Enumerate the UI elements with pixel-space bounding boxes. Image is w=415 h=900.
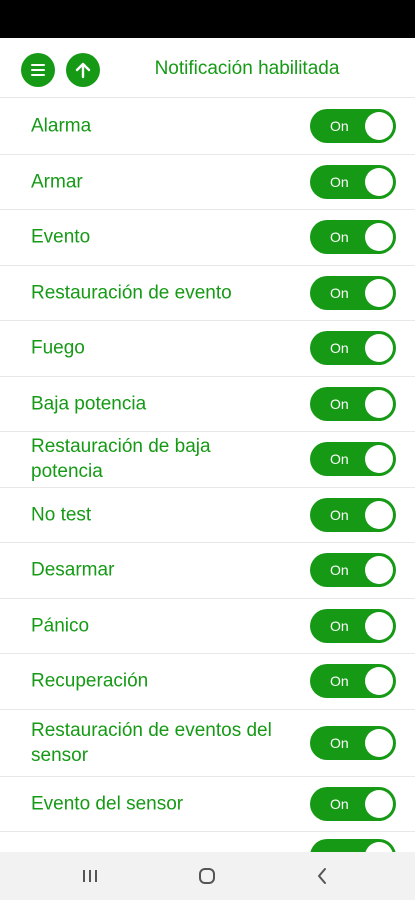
arrow-up-icon — [75, 62, 91, 79]
back-icon — [318, 868, 326, 884]
recent-apps-button[interactable] — [60, 852, 120, 900]
notification-row-panico: Pánico On — [0, 599, 415, 654]
toggle-knob — [365, 789, 393, 818]
system-nav-bar — [0, 852, 415, 900]
toggle-state-text: On — [330, 395, 349, 412]
toggle-knob — [365, 556, 393, 585]
notification-label: Fuego — [31, 337, 85, 359]
notification-toggle[interactable]: On — [310, 553, 396, 588]
notification-label: Evento del sensor — [31, 793, 184, 815]
notification-toggle[interactable]: On — [310, 497, 396, 532]
notification-label: Desarmar — [31, 559, 115, 581]
notification-toggle[interactable]: On — [310, 725, 396, 760]
notification-row-evento: Evento On — [0, 210, 415, 266]
toggle-state-text: On — [330, 229, 349, 246]
home-button[interactable] — [177, 852, 237, 900]
toggle-knob — [365, 112, 393, 141]
toggle-knob — [365, 611, 393, 640]
notification-list: Alarma On Armar On Evento On Restauració… — [0, 99, 415, 852]
notification-toggle[interactable]: On — [310, 608, 396, 643]
menu-icon — [31, 64, 45, 76]
toggle-knob — [365, 842, 393, 852]
toggle-state-text: On — [330, 673, 349, 690]
notification-toggle[interactable]: On — [310, 220, 396, 255]
toggle-state-text: On — [330, 118, 349, 135]
notification-row-restauracion-baja-potencia: Restauración de baja potencia On — [0, 432, 415, 488]
notification-label: Armar — [31, 171, 83, 193]
notification-row-armar: Armar On — [0, 155, 415, 210]
notification-label: Evento — [31, 226, 91, 248]
notification-row-desarmar: Desarmar On — [0, 543, 415, 599]
toggle-knob — [365, 334, 393, 363]
home-icon — [199, 868, 215, 884]
toggle-state-text: On — [330, 284, 349, 301]
notification-toggle[interactable]: On — [310, 664, 396, 699]
notification-row-evento-sensor: Evento del sensor On — [0, 777, 415, 832]
notification-label: Recuperación — [31, 670, 149, 692]
toggle-knob — [365, 223, 393, 252]
toggle-state-text: On — [330, 617, 349, 634]
notification-label: No test — [31, 504, 92, 526]
notification-toggle[interactable]: On — [310, 442, 396, 477]
notification-row-baja-potencia: Baja potencia On — [0, 377, 415, 432]
toggle-knob — [365, 389, 393, 418]
status-bar — [0, 0, 415, 38]
notification-label: Alarma — [31, 115, 92, 137]
toggle-knob — [365, 278, 393, 307]
page-title: Notificación habilitada — [154, 58, 340, 79]
toggle-state-text: On — [330, 451, 349, 468]
back-button[interactable] — [292, 852, 352, 900]
notification-label: Pánico — [31, 615, 90, 637]
notification-row-no-test: No test On — [0, 488, 415, 543]
toggle-knob — [365, 445, 393, 474]
notification-label: Baja potencia — [31, 393, 147, 415]
notification-row-restauracion-eventos-sensor: Restauración de eventos del sensor On — [0, 710, 415, 777]
notification-toggle[interactable]: On — [310, 275, 396, 310]
notification-toggle[interactable]: On — [310, 331, 396, 366]
menu-button[interactable] — [21, 53, 55, 87]
notification-toggle[interactable] — [310, 839, 396, 852]
app-header: Notificación habilitada — [0, 38, 415, 98]
toggle-knob — [365, 667, 393, 696]
scroll-up-button[interactable] — [66, 53, 100, 87]
notification-toggle[interactable]: On — [310, 164, 396, 199]
toggle-state-text: On — [330, 562, 349, 579]
notification-row-partial — [0, 832, 415, 852]
notification-toggle[interactable]: On — [310, 786, 396, 821]
toggle-state-text: On — [330, 506, 349, 523]
notification-label: Restauración de baja potencia — [31, 436, 211, 483]
recent-apps-icon — [83, 870, 97, 882]
toggle-state-text: On — [330, 340, 349, 357]
notification-label: Restauración de evento — [31, 282, 232, 304]
toggle-knob — [365, 167, 393, 196]
notification-row-fuego: Fuego On — [0, 321, 415, 377]
notification-row-restauracion-evento: Restauración de evento On — [0, 266, 415, 321]
toggle-state-text: On — [330, 173, 349, 190]
toggle-knob — [365, 500, 393, 529]
toggle-state-text: On — [330, 795, 349, 812]
notification-row-alarma: Alarma On — [0, 99, 415, 155]
toggle-state-text: On — [330, 734, 349, 751]
notification-toggle[interactable]: On — [310, 109, 396, 144]
notification-label: Restauración de eventos del sensor — [31, 719, 272, 766]
notification-toggle[interactable]: On — [310, 386, 396, 421]
toggle-knob — [365, 728, 393, 757]
notification-row-recuperacion: Recuperación On — [0, 654, 415, 710]
